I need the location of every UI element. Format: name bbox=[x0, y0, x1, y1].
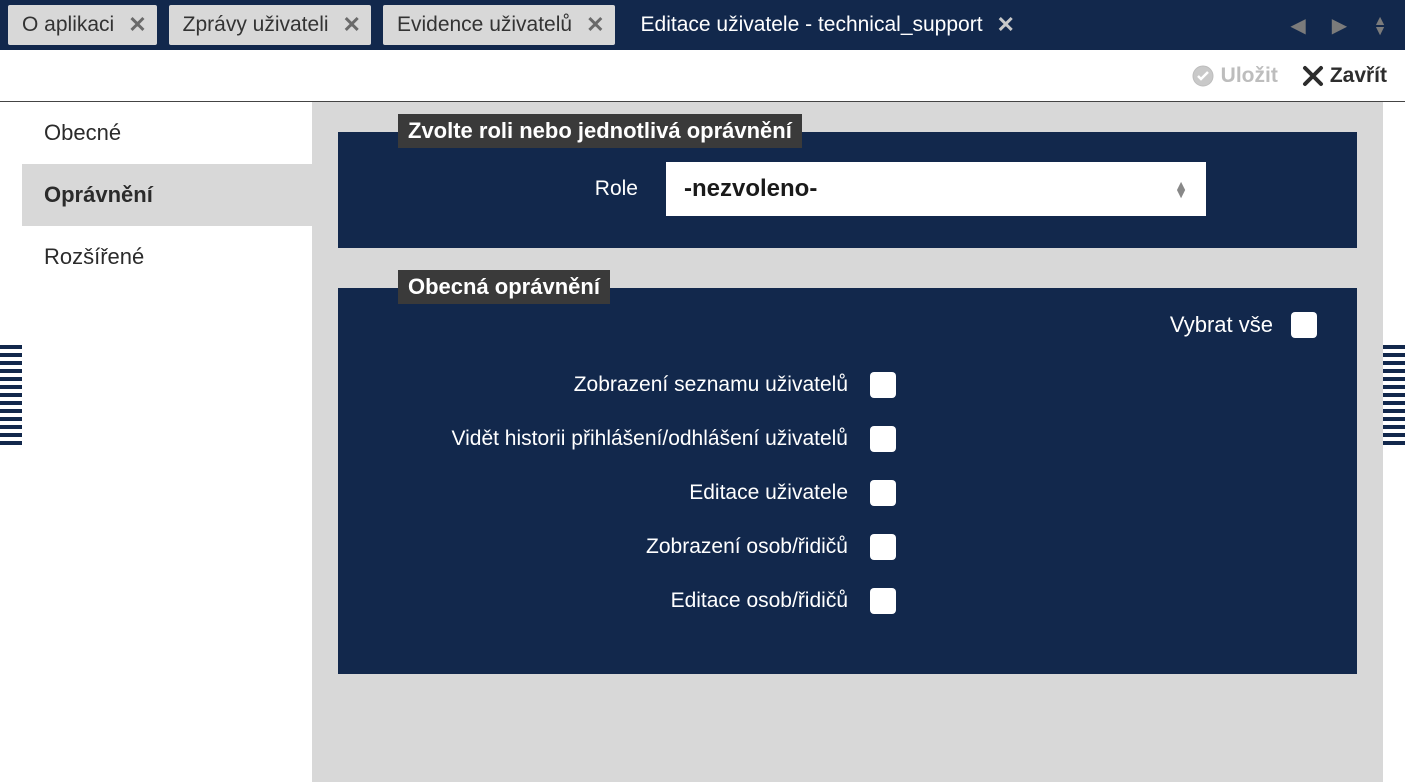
tab-next-icon[interactable]: ▶ bbox=[1332, 13, 1347, 38]
sidebar: Obecné Oprávnění Rozšířené bbox=[22, 102, 312, 782]
close-icon[interactable]: ✕ bbox=[997, 12, 1015, 38]
sidebar-item-label: Oprávnění bbox=[44, 182, 153, 207]
main-area: Obecné Oprávnění Rozšířené Zvolte roli n… bbox=[22, 102, 1383, 782]
perm-checkbox-view-users[interactable] bbox=[870, 372, 896, 398]
close-button[interactable]: Zavřít bbox=[1302, 64, 1387, 88]
tab-label: O aplikaci bbox=[22, 13, 114, 37]
sidebar-item-general[interactable]: Obecné bbox=[22, 102, 312, 164]
close-icon bbox=[1302, 65, 1324, 87]
permissions-panel: Obecná oprávnění Vybrat vše Zobrazení se… bbox=[338, 288, 1357, 674]
save-button: Uložit bbox=[1191, 64, 1278, 88]
select-all-label: Vybrat vše bbox=[1170, 312, 1273, 338]
tab-scroll-icon[interactable]: ▲▼ bbox=[1373, 15, 1387, 35]
sidebar-item-advanced[interactable]: Rozšířené bbox=[22, 226, 312, 288]
tab-messages[interactable]: Zprávy uživateli ✕ bbox=[169, 5, 371, 45]
tab-label: Evidence uživatelů bbox=[397, 13, 572, 37]
tab-label: Editace uživatele - technical_support bbox=[641, 13, 983, 37]
permissions-panel-title: Obecná oprávnění bbox=[398, 270, 610, 304]
role-select[interactable]: -nezvoleno- ▲▼ bbox=[666, 162, 1206, 216]
perm-checkbox-login-history[interactable] bbox=[870, 426, 896, 452]
close-icon[interactable]: ✕ bbox=[343, 12, 361, 38]
save-label: Uložit bbox=[1221, 64, 1278, 88]
perm-label: Editace osob/řidičů bbox=[368, 589, 848, 613]
close-icon[interactable]: ✕ bbox=[128, 12, 146, 38]
perm-label: Zobrazení osob/řidičů bbox=[368, 535, 848, 559]
perm-label: Editace uživatele bbox=[368, 481, 848, 505]
perm-checkbox-view-persons[interactable] bbox=[870, 534, 896, 560]
select-all-checkbox[interactable] bbox=[1291, 312, 1317, 338]
tab-prev-icon[interactable]: ◀ bbox=[1290, 13, 1305, 38]
tab-label: Zprávy uživateli bbox=[183, 13, 329, 37]
sidebar-item-permissions[interactable]: Oprávnění bbox=[22, 164, 312, 226]
tab-users-list[interactable]: Evidence uživatelů ✕ bbox=[383, 5, 615, 45]
role-field-label: Role bbox=[368, 177, 638, 201]
perm-row: Editace osob/řidičů bbox=[368, 588, 1327, 614]
perm-row: Zobrazení osob/řidičů bbox=[368, 534, 1327, 560]
check-circle-icon bbox=[1191, 64, 1215, 88]
perm-checkbox-edit-user[interactable] bbox=[870, 480, 896, 506]
role-row: Role -nezvoleno- ▲▼ bbox=[368, 162, 1327, 216]
tab-about[interactable]: O aplikaci ✕ bbox=[8, 5, 157, 45]
role-panel-title: Zvolte roli nebo jednotlivá oprávnění bbox=[398, 114, 802, 148]
content-scroll[interactable]: Zvolte roli nebo jednotlivá oprávnění Ro… bbox=[312, 102, 1383, 782]
perm-row: Zobrazení seznamu uživatelů bbox=[368, 372, 1327, 398]
perm-label: Vidět historii přihlášení/odhlášení uživ… bbox=[368, 427, 848, 451]
select-all-row: Vybrat vše bbox=[368, 308, 1327, 344]
decorative-hatch-left bbox=[0, 345, 22, 445]
toolbar: Uložit Zavřít bbox=[0, 50, 1405, 102]
chevron-updown-icon: ▲▼ bbox=[1174, 181, 1188, 197]
decorative-hatch-right bbox=[1383, 345, 1405, 445]
perm-label: Zobrazení seznamu uživatelů bbox=[368, 373, 848, 397]
close-label: Zavřít bbox=[1330, 64, 1387, 88]
role-select-value: -nezvoleno- bbox=[684, 175, 817, 203]
tabbar-controls: ◀ ▶ ▲▼ bbox=[1290, 13, 1397, 38]
tabbar: O aplikaci ✕ Zprávy uživateli ✕ Evidence… bbox=[0, 0, 1405, 50]
perm-row: Editace uživatele bbox=[368, 480, 1327, 506]
sidebar-item-label: Rozšířené bbox=[44, 244, 144, 269]
perm-row: Vidět historii přihlášení/odhlášení uživ… bbox=[368, 426, 1327, 452]
close-icon[interactable]: ✕ bbox=[586, 12, 604, 38]
role-panel: Zvolte roli nebo jednotlivá oprávnění Ro… bbox=[338, 132, 1357, 248]
tab-edit-user[interactable]: Editace uživatele - technical_support ✕ bbox=[627, 5, 1025, 45]
perm-checkbox-edit-persons[interactable] bbox=[870, 588, 896, 614]
sidebar-item-label: Obecné bbox=[44, 120, 121, 145]
